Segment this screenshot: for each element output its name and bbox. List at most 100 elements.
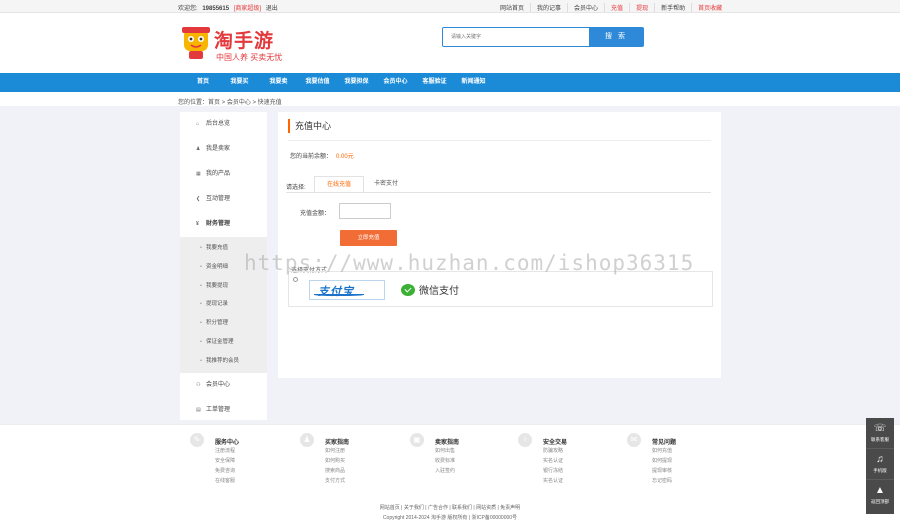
top-link-notes[interactable]: 我的记事: [531, 3, 569, 12]
top-link-favorite[interactable]: 首页收藏: [692, 3, 728, 12]
method-label: 请选择:: [286, 185, 306, 191]
footer: ✎ 服务中心 注册流程 安全保障 免费咨询 在线客服 ♟ 买家指南 如何注册 如…: [0, 424, 900, 522]
sidebar-item-members[interactable]: ⚇ 会员中心: [180, 373, 267, 398]
footer-link[interactable]: 在线客服: [215, 477, 285, 484]
search-input[interactable]: [443, 28, 589, 46]
footer-link[interactable]: 注册流程: [215, 447, 285, 454]
sidebar-item-label: 我是卖家: [206, 146, 231, 152]
copyright: Copyright 2014-2024 淘手游 版权所有 | 浙ICP备0000…: [382, 515, 518, 521]
sidebar-item-label: 后台总览: [206, 121, 231, 127]
footer-col-title: 常见问题: [652, 440, 677, 446]
security-icon: ♀: [518, 433, 532, 447]
float-back-to-top[interactable]: ▲ 返回顶部: [866, 480, 894, 511]
footer-link[interactable]: 忘记密码: [652, 477, 722, 484]
footer-link[interactable]: 实名认证: [543, 477, 613, 484]
footer-link[interactable]: 银行冻结: [543, 467, 613, 474]
top-link-member[interactable]: 会员中心: [568, 3, 606, 12]
main-nav: 首页 我要买 我要卖 我要估值 我要担保 会员中心 客服验证 新闻通知: [0, 73, 900, 92]
alipay-option[interactable]: 支付宝: [309, 280, 385, 300]
alipay-logo-text: 支付宝: [318, 286, 354, 298]
float-contact-service[interactable]: ☏ 联系客服: [866, 418, 894, 449]
sidebar-item-finance[interactable]: ¥ 财务管理: [180, 212, 267, 237]
sidebar-item-overview[interactable]: ⌂ 后台总览: [180, 112, 267, 137]
float-mobile[interactable]: ♫ 手机版: [866, 449, 894, 480]
payment-options: 支付宝 微信支付: [288, 271, 713, 307]
nav-item-sell[interactable]: 我要卖: [259, 73, 298, 92]
footer-col-title: 安全交易: [543, 440, 568, 446]
sidebar-item-label: 我的产品: [206, 171, 231, 177]
page-title: 充值中心: [288, 119, 331, 133]
footer-links[interactable]: 网站首页 | 关于我们 | 广告合作 | 联系我们 | 网站资质 | 免责声明: [0, 504, 900, 511]
sidebar-subitem-deposit[interactable]: 保证金管理: [180, 333, 267, 352]
tab-online-recharge[interactable]: 在线充值: [314, 176, 364, 193]
home-icon: ⌂: [196, 121, 200, 127]
sidebar-subitem-withdraw[interactable]: 我要提现: [180, 277, 267, 296]
footer-link[interactable]: 免费咨询: [215, 467, 285, 474]
nav-item-guarantee[interactable]: 我要担保: [337, 73, 376, 92]
footer-link[interactable]: 提现审核: [652, 467, 722, 474]
footer-link[interactable]: 搜索商品: [325, 467, 395, 474]
top-link-help[interactable]: 新手帮助: [655, 3, 693, 12]
title-divider: [288, 140, 711, 141]
footer-link[interactable]: 防骗攻略: [543, 447, 613, 454]
sidebar-subitem-withdraw-records[interactable]: 提现记录: [180, 295, 267, 314]
footer-link[interactable]: 支付方式: [325, 477, 395, 484]
footer-link[interactable]: 安全保障: [215, 457, 285, 464]
footer-link[interactable]: 收费标准: [435, 457, 505, 464]
footer-link[interactable]: 如何提现: [652, 457, 722, 464]
search-button[interactable]: 搜 索: [589, 28, 643, 46]
search-bar: 搜 索: [442, 27, 644, 47]
float-label: 返回顶部: [871, 499, 889, 504]
sidebar-item-interaction[interactable]: ❮ 互动管理: [180, 187, 267, 212]
nav-item-valuation[interactable]: 我要估值: [298, 73, 337, 92]
site-logo[interactable]: 淘手游 中国人养 买卖无忧: [180, 25, 295, 65]
footer-link[interactable]: 实名认证: [543, 457, 613, 464]
top-link-recharge[interactable]: 充值: [605, 3, 631, 12]
dealer-link[interactable]: [商家超级]: [234, 6, 261, 12]
sidebar-subitem-points[interactable]: 积分管理: [180, 314, 267, 333]
sidebar-item-label: 工单管理: [206, 406, 231, 413]
user-id: 19855615: [202, 6, 230, 12]
footer-link[interactable]: 入驻签约: [435, 467, 505, 474]
user-icon: ♟: [196, 146, 201, 152]
floating-toolbar: ☏ 联系客服 ♫ 手机版 ▲ 返回顶部: [866, 418, 894, 514]
amount-input[interactable]: [339, 203, 391, 219]
nav-item-news[interactable]: 新闻通知: [454, 73, 493, 92]
top-links: 网站首页 我的记事 会员中心 充值 提现 新手帮助 首页收藏: [494, 3, 728, 12]
breadcrumb: 您的位置：首页 > 会员中心 > 快速充值: [178, 100, 282, 106]
recharge-panel: 充值中心 您的当前余额： 0.00元 请选择: 在线充值 卡密支付 充值金额： 立…: [278, 112, 721, 378]
chat-icon: ☏: [873, 423, 887, 434]
top-link-withdraw[interactable]: 提现: [630, 3, 656, 12]
logout-link[interactable]: 退出: [266, 6, 278, 12]
seller-icon: ▣: [410, 433, 424, 447]
sidebar-item-label: 财务管理: [206, 221, 231, 227]
sidebar-item-products[interactable]: ▦ 我的产品: [180, 162, 267, 187]
footer-col-title: 卖家指南: [435, 440, 460, 446]
nav-item-member[interactable]: 会员中心: [376, 73, 415, 92]
ticket-icon: ▤: [196, 406, 201, 413]
finance-icon: ¥: [196, 221, 199, 227]
wechat-pay-label: 微信支付: [419, 286, 459, 297]
footer-link[interactable]: 如何充值: [652, 447, 722, 454]
wechat-pay-option[interactable]: 微信支付: [401, 282, 459, 298]
sidebar-item-label: 会员中心: [206, 381, 231, 388]
top-link-home[interactable]: 网站首页: [494, 3, 532, 12]
mascot-icon: [182, 27, 210, 59]
share-icon: ❮: [196, 196, 201, 202]
sidebar-subitem-referrals[interactable]: 我推荐的会员: [180, 352, 267, 371]
grid-icon: ▦: [196, 171, 201, 177]
sidebar-item-seller[interactable]: ♟ 我是卖家: [180, 137, 267, 162]
nav-item-home[interactable]: 首页: [186, 73, 220, 92]
logo-title: 淘手游: [214, 31, 275, 52]
sidebar-item-tickets[interactable]: ▤ 工单管理: [180, 398, 267, 423]
nav-item-buy[interactable]: 我要买: [220, 73, 259, 92]
footer-link[interactable]: 如何购买: [325, 457, 395, 464]
alipay-radio[interactable]: [293, 277, 298, 282]
tab-card-payment[interactable]: 卡密支付: [364, 176, 408, 193]
recharge-button[interactable]: 立即充值: [340, 230, 397, 246]
alipay-swoosh-icon: [314, 293, 364, 296]
footer-link[interactable]: 如何出售: [435, 447, 505, 454]
service-icon: ✎: [190, 433, 204, 447]
footer-link[interactable]: 如何注册: [325, 447, 395, 454]
nav-item-service[interactable]: 客服验证: [415, 73, 454, 92]
